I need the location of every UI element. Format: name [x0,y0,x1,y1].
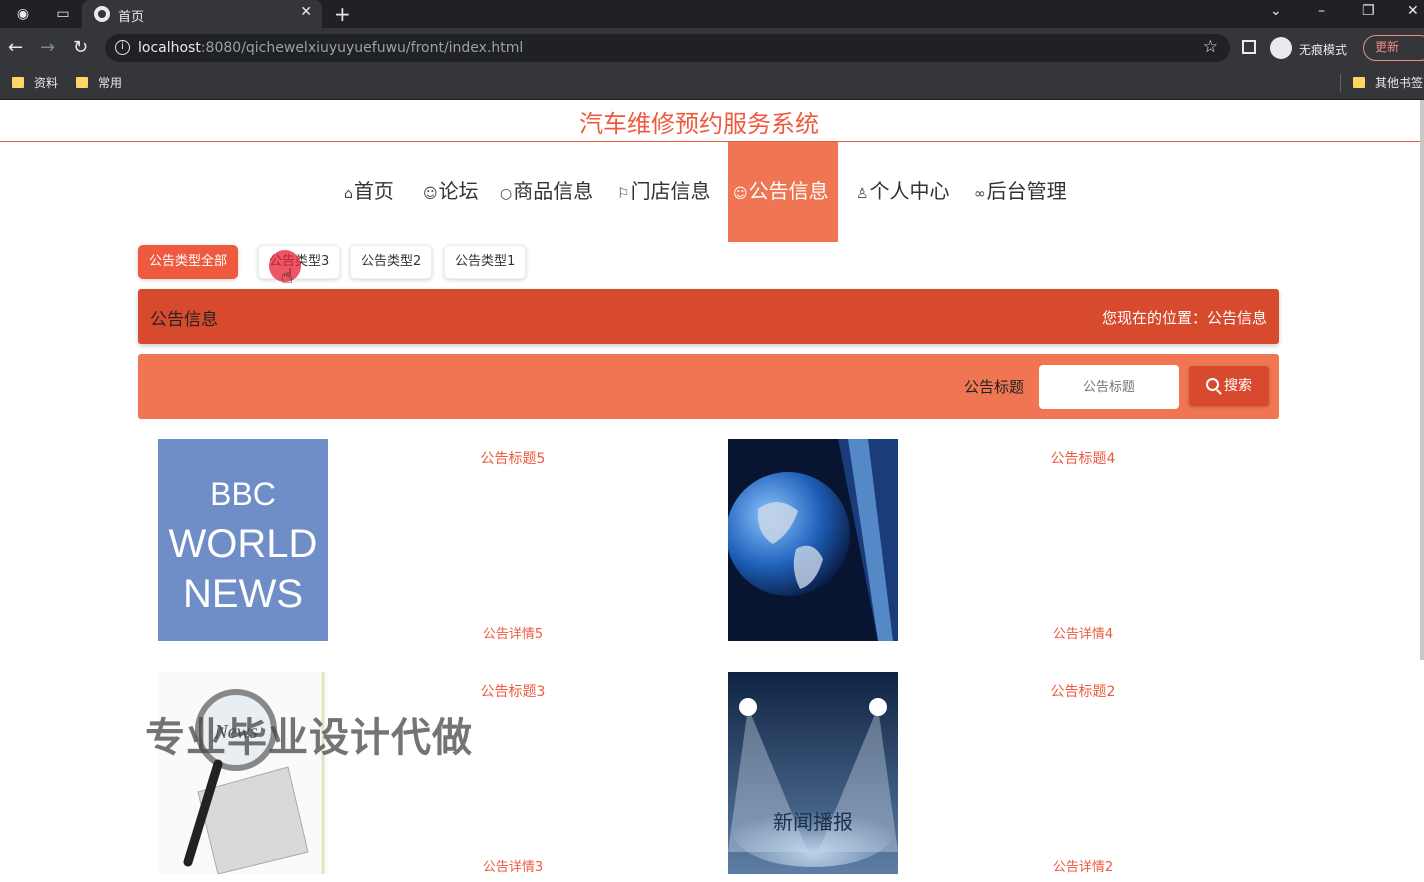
flag-icon: ⚐ [617,186,630,202]
notice-icon: ☺ [733,186,748,202]
svg-text:WORLD: WORLD [169,522,318,566]
notice-image[interactable] [728,439,898,641]
nav-item-forum[interactable]: ☺论坛 [423,142,479,242]
new-tab-icon[interactable]: + [334,2,351,26]
page-scrollbar[interactable] [1420,100,1424,660]
main-nav: ⌂首页 ☺论坛 ○商品信息 ⚐门店信息 ☺公告信息 ♙个人中心 ∞后台管理 [0,142,1424,242]
site-info-icon[interactable]: i [115,40,130,55]
nav-item-profile[interactable]: ♙个人中心 [856,142,950,242]
notice-card[interactable]: News 公告标题3 公告详情3 [138,672,698,882]
notice-image[interactable]: BBC WORLD NEWS [158,439,328,641]
forum-icon: ☺ [423,186,438,202]
site-title: 汽车维修预约服务系统 [579,110,819,138]
notice-detail: 公告详情3 [482,860,544,875]
notice-title-search-input[interactable] [1039,365,1179,409]
other-bookmarks[interactable]: 其他书签 [1353,74,1423,91]
link-icon: ∞ [974,186,986,202]
window-icon[interactable]: ▭ [54,5,72,23]
search-button[interactable]: 搜索 [1189,366,1269,406]
globe-icon[interactable]: ◉ [14,5,32,23]
notice-card[interactable]: 公告标题4 公告详情4 [708,439,1268,649]
breadcrumb-bar: 公告信息 您现在的位置：公告信息 [138,289,1279,344]
notice-detail: 公告详情5 [482,627,544,642]
browser-toolbar: ← → ↻ i localhost:8080/qichewelxiuyuyuef… [0,28,1424,68]
filter-type-2[interactable]: 公告类型2 [350,245,433,279]
watermark-text: 专业毕业设计代做 [145,715,473,761]
notice-title[interactable]: 公告标题5 [328,448,698,468]
folder-icon [76,77,88,88]
incognito-label: 无痕模式 [1299,43,1348,57]
tab-favicon-icon [94,6,110,22]
search-panel: 公告标题 搜索 [138,354,1279,419]
nav-item-notices[interactable]: ☺公告信息 [728,142,838,242]
minimize-icon[interactable]: – [1318,3,1325,19]
folder-icon [12,77,24,88]
folder-icon [1353,77,1365,88]
user-icon: ♙ [856,186,869,202]
nav-item-goods[interactable]: ○商品信息 [500,142,593,242]
bookmarks-bar: 资料 常用 其他书签 [0,68,1424,100]
search-icon [1206,378,1219,391]
bookmark-folder-1[interactable]: 常用 [76,74,122,91]
search-label: 公告标题 [964,378,1025,396]
bookmarks-separator [1340,74,1341,92]
reload-icon[interactable]: ↻ [73,37,88,58]
notice-title[interactable]: 公告标题2 [898,681,1268,701]
browser-tab-bar: ◉ ▭ 首页 ✕ + ⌄ – ❐ ✕ [0,0,1424,28]
filter-type-1[interactable]: 公告类型1 [444,245,527,279]
update-button[interactable]: 更新 [1363,35,1424,61]
tab-title: 首页 [118,10,145,25]
back-icon[interactable]: ← [8,37,23,58]
notice-card[interactable]: BBC WORLD NEWS 公告标题5 公告详情5 [138,439,698,649]
browser-tab[interactable]: 首页 ✕ [82,0,322,28]
notice-image[interactable]: News [158,672,328,874]
restore-icon[interactable]: ❐ [1362,3,1375,19]
bookmark-folder-0[interactable]: 资料 [12,74,58,91]
breadcrumb: 您现在的位置：公告信息 [1101,309,1267,327]
svg-text:BBC: BBC [210,476,276,512]
notice-detail: 公告详情4 [1052,627,1114,642]
filter-all-types[interactable]: 公告类型全部 [138,245,239,279]
notice-detail: 公告详情2 [1052,860,1114,875]
bookmark-star-icon[interactable]: ☆ [1203,37,1218,57]
hand-cursor-icon: ☝ [281,264,294,288]
incognito-icon[interactable] [1270,37,1292,59]
home-icon: ⌂ [344,186,353,202]
window-close-icon[interactable]: ✕ [1407,3,1419,19]
nav-item-stores[interactable]: ⚐门店信息 [617,142,711,242]
notice-card[interactable]: 新闻播报 公告标题2 公告详情2 [708,672,1268,882]
notice-title[interactable]: 公告标题3 [328,681,698,701]
notice-title[interactable]: 公告标题4 [898,448,1268,468]
close-tab-icon[interactable]: ✕ [300,4,312,20]
nav-item-home[interactable]: ⌂首页 [344,142,394,242]
svg-text:新闻播报: 新闻播报 [773,810,853,834]
goods-icon: ○ [500,186,513,202]
notice-image[interactable]: 新闻播报 [728,672,898,874]
url-text[interactable]: localhost:8080/qichewelxiuyuyuefuwu/fron… [138,40,523,56]
side-panel-icon[interactable] [1242,40,1256,54]
svg-text:NEWS: NEWS [183,572,303,616]
chevron-down-icon[interactable]: ⌄ [1270,3,1282,19]
address-bar[interactable]: i localhost:8080/qichewelxiuyuyuefuwu/fr… [105,34,1230,62]
nav-item-admin[interactable]: ∞后台管理 [974,142,1067,242]
section-title: 公告信息 [150,310,218,330]
forward-icon[interactable]: → [40,37,55,58]
